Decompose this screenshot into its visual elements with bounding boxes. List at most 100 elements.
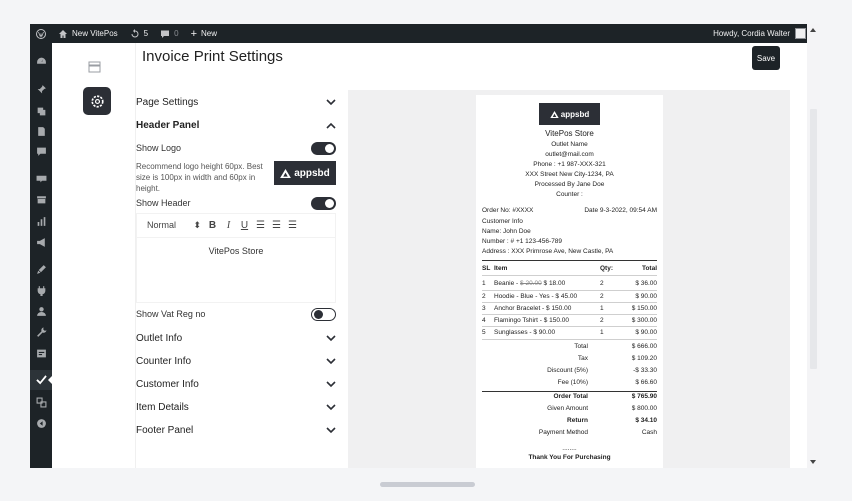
receipt-outlet-name: Outlet Name: [551, 141, 588, 148]
comments-count: 0: [174, 29, 179, 38]
receipt-customer-address: Address : XXX Primrose Ave, New Castle, …: [482, 248, 614, 255]
menu-marketing[interactable]: [34, 235, 48, 249]
scroll-down-arrow-icon[interactable]: [810, 460, 816, 464]
divider: [482, 275, 657, 276]
row-total: $ 36.00: [635, 279, 657, 287]
align-button[interactable]: ☰: [288, 220, 297, 231]
tab-settings[interactable]: [83, 87, 111, 115]
format-select[interactable]: Normal ⬍: [147, 220, 201, 231]
col-total: Total: [641, 264, 657, 272]
show-logo-row: Show Logo: [136, 140, 336, 156]
receipt-logo-text: appsbd: [560, 109, 590, 119]
accordion-customer-info[interactable]: Customer Info: [136, 373, 336, 396]
menu-vitepos[interactable]: [30, 370, 53, 390]
thank-you-text: Thank You For Purchasing: [528, 454, 611, 461]
comments-icon: [36, 147, 46, 156]
show-vat-label: Show Vat Reg no: [136, 309, 206, 319]
site-name: New VitePos: [72, 29, 118, 38]
wp-logo-button[interactable]: [30, 24, 52, 43]
return-label: Return: [567, 417, 588, 424]
collapse-icon: [36, 418, 46, 428]
show-logo-toggle[interactable]: [311, 141, 336, 155]
table-row: 5 Sunglasses - $ 90.00 1 $ 90.00: [482, 326, 657, 338]
show-vat-toggle[interactable]: [311, 307, 336, 321]
italic-button[interactable]: I: [224, 220, 233, 231]
show-header-toggle[interactable]: [311, 196, 336, 210]
receipt-phone: Phone : +1 987-XXX-321: [533, 161, 606, 168]
site-name-link[interactable]: New VitePos: [52, 24, 124, 43]
my-account[interactable]: Howdy, Cordia Walter: [713, 28, 820, 39]
menu-appearance[interactable]: [34, 262, 48, 276]
settings-panel: Page Settings Header Panel Show Logo Rec…: [136, 91, 336, 442]
collapse-menu[interactable]: [34, 416, 48, 430]
logo-preview[interactable]: appsbd: [274, 161, 336, 185]
new-content-link[interactable]: + New: [185, 24, 223, 43]
show-header-label: Show Header: [136, 198, 191, 208]
media-icon: [37, 107, 45, 115]
underline-button[interactable]: U: [240, 220, 249, 231]
receipt-store-name: VitePos Store: [545, 129, 594, 138]
fee-label: Fee (10%): [557, 379, 588, 386]
row-qty: 2: [600, 292, 604, 300]
menu-comments[interactable]: [34, 144, 48, 158]
receipt-counter: Counter :: [556, 191, 583, 198]
return-value: $ 34.10: [635, 417, 657, 424]
save-button[interactable]: Save: [752, 46, 780, 70]
menu-settings[interactable]: [34, 346, 48, 360]
menu-pages[interactable]: [34, 124, 48, 138]
accordion-counter-info[interactable]: Counter Info: [136, 350, 336, 373]
accordion-outlet-info[interactable]: Outlet Info: [136, 327, 336, 350]
tax-value: $ 109.20: [631, 355, 657, 362]
row-qty: 1: [600, 304, 604, 312]
format-value: Normal: [147, 220, 177, 230]
scroll-up-arrow-icon[interactable]: [810, 28, 816, 32]
select-arrows-icon: ⬍: [193, 220, 201, 230]
menu-posts[interactable]: [34, 82, 48, 96]
accordion-header-panel[interactable]: Header Panel: [136, 114, 336, 137]
accordion-page-settings[interactable]: Page Settings: [136, 91, 336, 114]
divider: [482, 391, 657, 392]
page-scrollbar[interactable]: [807, 24, 820, 468]
header-editor: Normal ⬍ B I U ☰ ☰ ☰ VitePos Store: [136, 213, 336, 303]
pages-icon: [37, 126, 45, 136]
updates-link[interactable]: 5: [124, 24, 154, 43]
show-vat-row: Show Vat Reg no: [136, 306, 336, 322]
page-title: Invoice Print Settings: [142, 48, 283, 65]
menu-analytics[interactable]: [34, 214, 48, 228]
menu-tools[interactable]: [34, 325, 48, 339]
accordion-label: Footer Panel: [136, 425, 194, 436]
tab-printer[interactable]: [88, 60, 101, 73]
show-logo-label: Show Logo: [136, 143, 182, 153]
device-frame: New VitePos 5 0 + New Howdy, Cordia Walt…: [0, 0, 852, 501]
menu-users[interactable]: [34, 304, 48, 318]
scroll-thumb[interactable]: [810, 109, 817, 369]
chevron-down-icon: [326, 403, 336, 411]
return-row: Return $ 34.10: [482, 417, 657, 429]
appsbd-logo-icon: [280, 168, 292, 178]
row-item: Beanie - $ 20.00 $ 18.00: [494, 280, 600, 287]
menu-dashboard[interactable]: [34, 54, 48, 68]
accordion-item-details[interactable]: Item Details: [136, 396, 336, 419]
bullet-list-button[interactable]: ☰: [272, 220, 281, 231]
receipt-customer-name: Name: John Doe: [482, 228, 531, 235]
total-value: $ 666.00: [631, 343, 657, 350]
table-row: 3 Anchor Bracelet - $ 150.00 1 $ 150.00: [482, 302, 657, 314]
menu-media[interactable]: [34, 104, 48, 118]
editor-content[interactable]: VitePos Store: [137, 238, 335, 256]
menu-products[interactable]: [34, 192, 48, 206]
tax-row: Tax $ 109.20: [482, 355, 657, 367]
menu-plugins[interactable]: [34, 283, 48, 297]
receipt-customer-info: Customer Info: [482, 218, 523, 225]
order-number: Order No: #XXXX: [482, 207, 534, 214]
menu-translate[interactable]: [34, 395, 48, 409]
accordion-footer-panel[interactable]: Footer Panel: [136, 419, 336, 442]
row-sl: 2: [482, 292, 486, 300]
comments-link[interactable]: 0: [154, 24, 184, 43]
chevron-down-icon: [326, 98, 336, 106]
bold-button[interactable]: B: [208, 220, 217, 231]
given-amount-row: Given Amount $ 800.00: [482, 405, 657, 417]
table-row: 4 Flamingo Tshirt - $ 150.00 2 $ 300.00: [482, 314, 657, 326]
accordion-label: Customer Info: [136, 379, 199, 390]
ordered-list-button[interactable]: ☰: [256, 220, 265, 231]
menu-woocommerce[interactable]: [34, 171, 48, 185]
